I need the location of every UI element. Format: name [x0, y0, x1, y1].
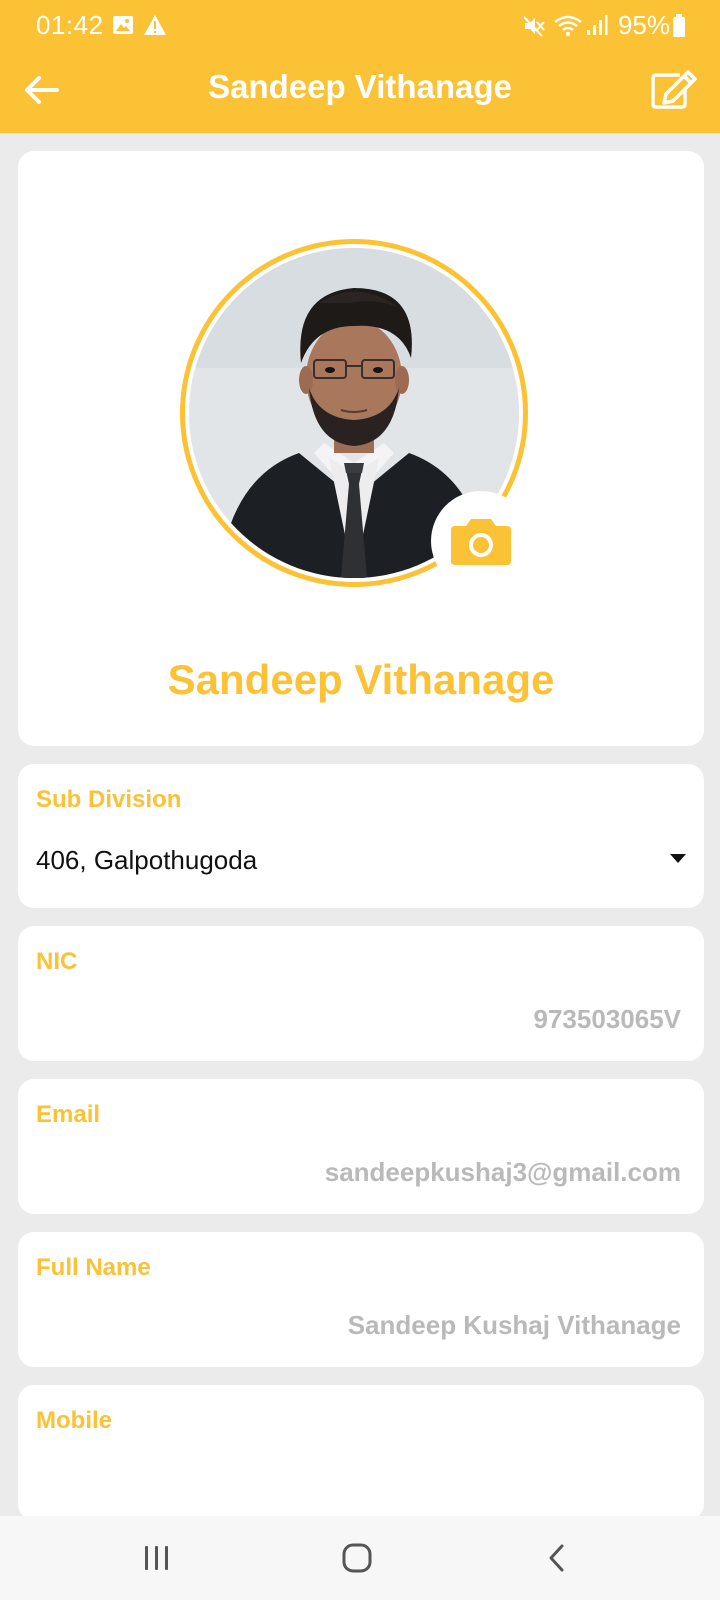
sub-division-label: Sub Division	[36, 786, 182, 813]
status-time: 01:42	[36, 10, 104, 40]
change-photo-button[interactable]	[431, 491, 531, 591]
back-button[interactable]	[14, 62, 70, 118]
profile-name: Sandeep Vithanage	[167, 656, 555, 703]
edit-icon	[651, 70, 697, 109]
back-nav-icon	[549, 1544, 564, 1572]
full-name-label: Full Name	[36, 1254, 151, 1281]
dropdown-arrow-icon[interactable]	[670, 854, 686, 863]
full-name-card: Full Name Sandeep Kushaj Vithanage	[18, 1232, 704, 1367]
nic-card: NIC 973503065V	[18, 926, 704, 1061]
signal-icon	[586, 14, 608, 41]
battery-icon	[672, 14, 686, 43]
home-button[interactable]	[327, 1536, 387, 1580]
recents-icon	[145, 1546, 168, 1570]
back-nav-button[interactable]	[527, 1536, 587, 1580]
mobile-label: Mobile	[36, 1407, 112, 1434]
nic-field[interactable]: 973503065V	[534, 1004, 681, 1035]
edit-button[interactable]	[644, 60, 704, 120]
image-icon	[112, 14, 134, 41]
email-card: Email sandeepkushaj3@gmail.com	[18, 1079, 704, 1214]
email-label: Email	[36, 1101, 101, 1128]
app-bar: Sandeep Vithanage	[0, 52, 720, 133]
camera-icon	[451, 519, 511, 565]
email-field[interactable]: sandeepkushaj3@gmail.com	[325, 1157, 681, 1188]
mute-icon	[522, 14, 546, 43]
mobile-card: Mobile	[18, 1385, 704, 1520]
full-name-field[interactable]: Sandeep Kushaj Vithanage	[348, 1310, 681, 1341]
battery-percent: 95%	[617, 10, 670, 40]
arrow-left-icon	[25, 76, 59, 104]
sub-division-select[interactable]: 406, Galpothugoda	[36, 845, 257, 876]
system-nav-bar	[0, 1516, 720, 1600]
profile-card: Sandeep Vithanage	[18, 151, 704, 746]
wifi-icon	[553, 14, 583, 43]
status-bar: 01:42 95%	[0, 0, 720, 52]
sub-division-card[interactable]: Sub Division 406, Galpothugoda	[18, 764, 704, 908]
warning-icon	[143, 14, 167, 41]
home-icon	[342, 1543, 372, 1573]
app-header: 01:42 95% Sandeep Vithanage	[0, 0, 720, 133]
nic-label: NIC	[36, 948, 78, 975]
recents-button[interactable]	[127, 1536, 187, 1580]
page-title: Sandeep Vithanage	[208, 68, 512, 105]
